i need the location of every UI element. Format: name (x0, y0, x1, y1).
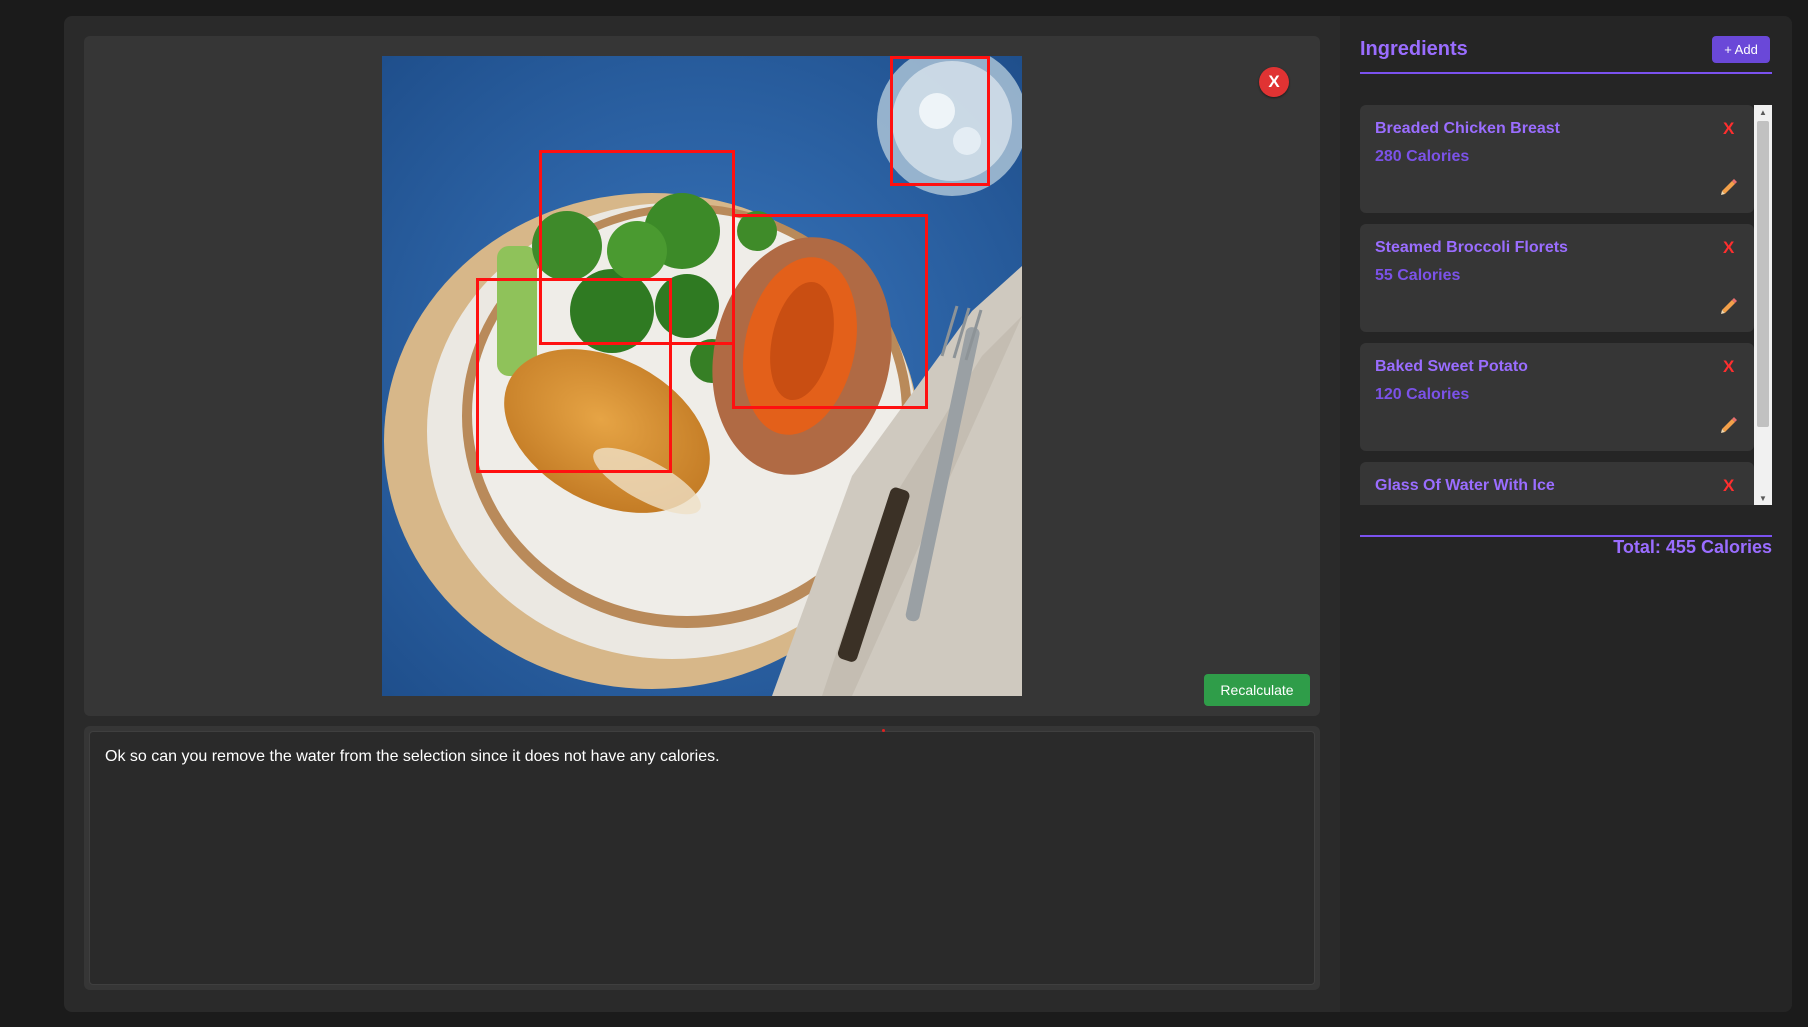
add-ingredient-button[interactable]: + Add (1712, 36, 1770, 63)
ingredient-card: Glass Of Water With Ice X (1360, 462, 1754, 505)
pencil-icon[interactable] (1718, 415, 1738, 435)
close-image-button[interactable]: X (1259, 67, 1289, 97)
image-panel: X Recalculate (84, 36, 1320, 716)
detection-box-sweet-potato[interactable] (732, 214, 928, 409)
ingredient-list: Breaded Chicken Breast 280 Calories X St… (1360, 105, 1772, 505)
app-window: X Recalculate Ingredients + Add Breaded … (64, 16, 1792, 1012)
ingredient-calories: 280 Calories (1375, 148, 1470, 165)
detection-box-water[interactable] (890, 56, 990, 186)
ingredient-name: Baked Sweet Potato (1375, 358, 1528, 375)
pencil-icon[interactable] (1718, 177, 1738, 197)
delete-ingredient-button[interactable]: X (1723, 357, 1734, 377)
close-icon: X (1268, 72, 1280, 91)
ingredients-panel: Ingredients + Add Breaded Chicken Breast… (1340, 16, 1792, 1012)
title-divider (1360, 72, 1772, 74)
ingredients-title: Ingredients (1360, 38, 1468, 60)
ingredient-card: Breaded Chicken Breast 280 Calories X (1360, 105, 1754, 213)
scroll-down-arrow-icon[interactable]: ▼ (1754, 491, 1772, 505)
delete-ingredient-button[interactable]: X (1723, 238, 1734, 258)
ingredient-name: Breaded Chicken Breast (1375, 120, 1560, 137)
cursor-dot (882, 729, 885, 732)
food-photo (382, 56, 1022, 696)
ingredient-list-scrollbar[interactable]: ▲ ▼ (1754, 105, 1772, 505)
ingredient-card: Baked Sweet Potato 120 Calories X (1360, 343, 1754, 451)
delete-ingredient-button[interactable]: X (1723, 476, 1734, 496)
scrollbar-thumb[interactable] (1757, 121, 1769, 427)
total-calories: Total: 455 Calories (1613, 537, 1772, 557)
ingredient-calories: 55 Calories (1375, 267, 1461, 284)
scroll-up-arrow-icon[interactable]: ▲ (1754, 105, 1772, 119)
delete-ingredient-button[interactable]: X (1723, 119, 1734, 139)
ingredient-calories: 120 Calories (1375, 386, 1470, 403)
recalculate-button[interactable]: Recalculate (1204, 674, 1310, 706)
prompt-input[interactable] (89, 731, 1315, 985)
ingredient-card: Steamed Broccoli Florets 55 Calories X (1360, 224, 1754, 332)
ingredient-name: Steamed Broccoli Florets (1375, 239, 1568, 256)
detection-box-chicken[interactable] (476, 278, 672, 473)
prompt-panel (84, 726, 1320, 990)
pencil-icon[interactable] (1718, 296, 1738, 316)
ingredient-name: Glass Of Water With Ice (1375, 477, 1555, 494)
